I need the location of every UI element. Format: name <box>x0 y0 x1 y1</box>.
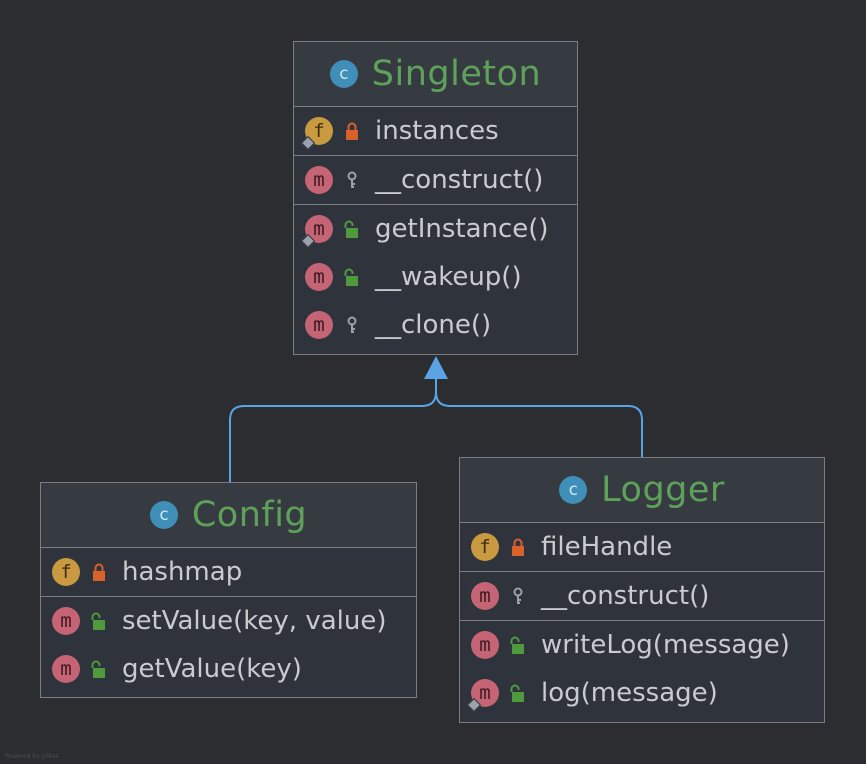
class-singleton[interactable]: c Singleton f instances m __construct() … <box>293 41 578 355</box>
member-row[interactable]: m getInstance() <box>294 205 577 253</box>
footer-credit: Powered by yFiles <box>5 753 59 760</box>
method-icon: m <box>305 263 333 291</box>
class-name: Singleton <box>371 54 542 94</box>
method-icon: m <box>466 679 499 713</box>
field-icon: f <box>52 558 80 586</box>
fields-section: f hashmap <box>41 548 416 597</box>
public-lock-icon <box>91 612 105 630</box>
member-label: fileHandle <box>541 532 673 562</box>
methods-section: m writeLog(message) m log(message) <box>460 621 824 717</box>
protected-key-icon <box>513 587 523 604</box>
member-row[interactable]: f fileHandle <box>460 523 824 571</box>
method-icon: m <box>305 166 333 194</box>
class-header-logger: c Logger <box>460 458 824 523</box>
method-icon: m <box>471 582 499 610</box>
field-icon: f <box>300 117 333 151</box>
member-row[interactable]: m __clone() <box>294 301 577 349</box>
method-icon: m <box>300 215 333 249</box>
edge-config-to-singleton <box>229 378 437 482</box>
fields-section: f fileHandle <box>460 523 824 572</box>
member-row[interactable]: f instances <box>294 107 577 155</box>
member-label: __construct() <box>541 581 710 611</box>
public-lock-icon <box>510 684 524 702</box>
class-header-singleton: c Singleton <box>294 42 577 107</box>
member-row[interactable]: m setValue(key, value) <box>41 597 416 645</box>
member-label: __construct() <box>375 165 544 195</box>
private-lock-icon <box>346 122 358 140</box>
member-label: __clone() <box>375 310 492 340</box>
class-kind-icon: c <box>149 501 178 529</box>
constructors-section: m __construct() <box>460 572 824 621</box>
member-label: hashmap <box>122 557 243 587</box>
methods-section: m setValue(key, value) m getValue(key) <box>41 597 416 693</box>
member-label: log(message) <box>541 678 718 708</box>
class-kind-icon: c <box>329 60 358 88</box>
member-label: getInstance() <box>375 214 549 244</box>
member-label: instances <box>375 116 499 146</box>
class-logger[interactable]: c Logger f fileHandle m __construct() m … <box>459 457 825 723</box>
protected-key-icon <box>347 171 357 188</box>
method-icon: m <box>471 631 499 659</box>
class-kind-icon: c <box>559 476 588 504</box>
field-icon: f <box>471 533 499 561</box>
class-config[interactable]: c Config f hashmap m setValue(key, value… <box>40 482 417 698</box>
private-lock-icon <box>93 563 105 581</box>
member-label: writeLog(message) <box>541 630 790 660</box>
constructors-section: m __construct() <box>294 156 577 205</box>
public-lock-icon <box>344 220 358 238</box>
member-row[interactable]: f hashmap <box>41 548 416 596</box>
private-lock-icon <box>512 538 524 556</box>
member-row[interactable]: m log(message) <box>460 669 824 717</box>
public-lock-icon <box>91 660 105 678</box>
class-name: Logger <box>601 470 725 510</box>
edge-logger-to-singleton <box>435 391 643 457</box>
member-row[interactable]: m __construct() <box>294 156 577 204</box>
member-label: __wakeup() <box>375 262 522 292</box>
member-row[interactable]: m writeLog(message) <box>460 621 824 669</box>
public-lock-icon <box>510 636 524 654</box>
class-header-config: c Config <box>41 483 416 548</box>
member-label: getValue(key) <box>122 654 302 684</box>
member-label: setValue(key, value) <box>122 606 387 636</box>
public-lock-icon <box>344 268 358 286</box>
methods-section: m getInstance() m __wakeup() m __clone() <box>294 205 577 349</box>
fields-section: f instances <box>294 107 577 156</box>
method-icon: m <box>305 311 333 339</box>
method-icon: m <box>52 655 80 683</box>
member-row[interactable]: m __wakeup() <box>294 253 577 301</box>
class-name: Config <box>191 495 308 535</box>
member-row[interactable]: m getValue(key) <box>41 645 416 693</box>
inheritance-arrowhead <box>424 356 448 379</box>
method-icon: m <box>52 607 80 635</box>
member-row[interactable]: m __construct() <box>460 572 824 620</box>
protected-key-icon <box>347 316 357 333</box>
